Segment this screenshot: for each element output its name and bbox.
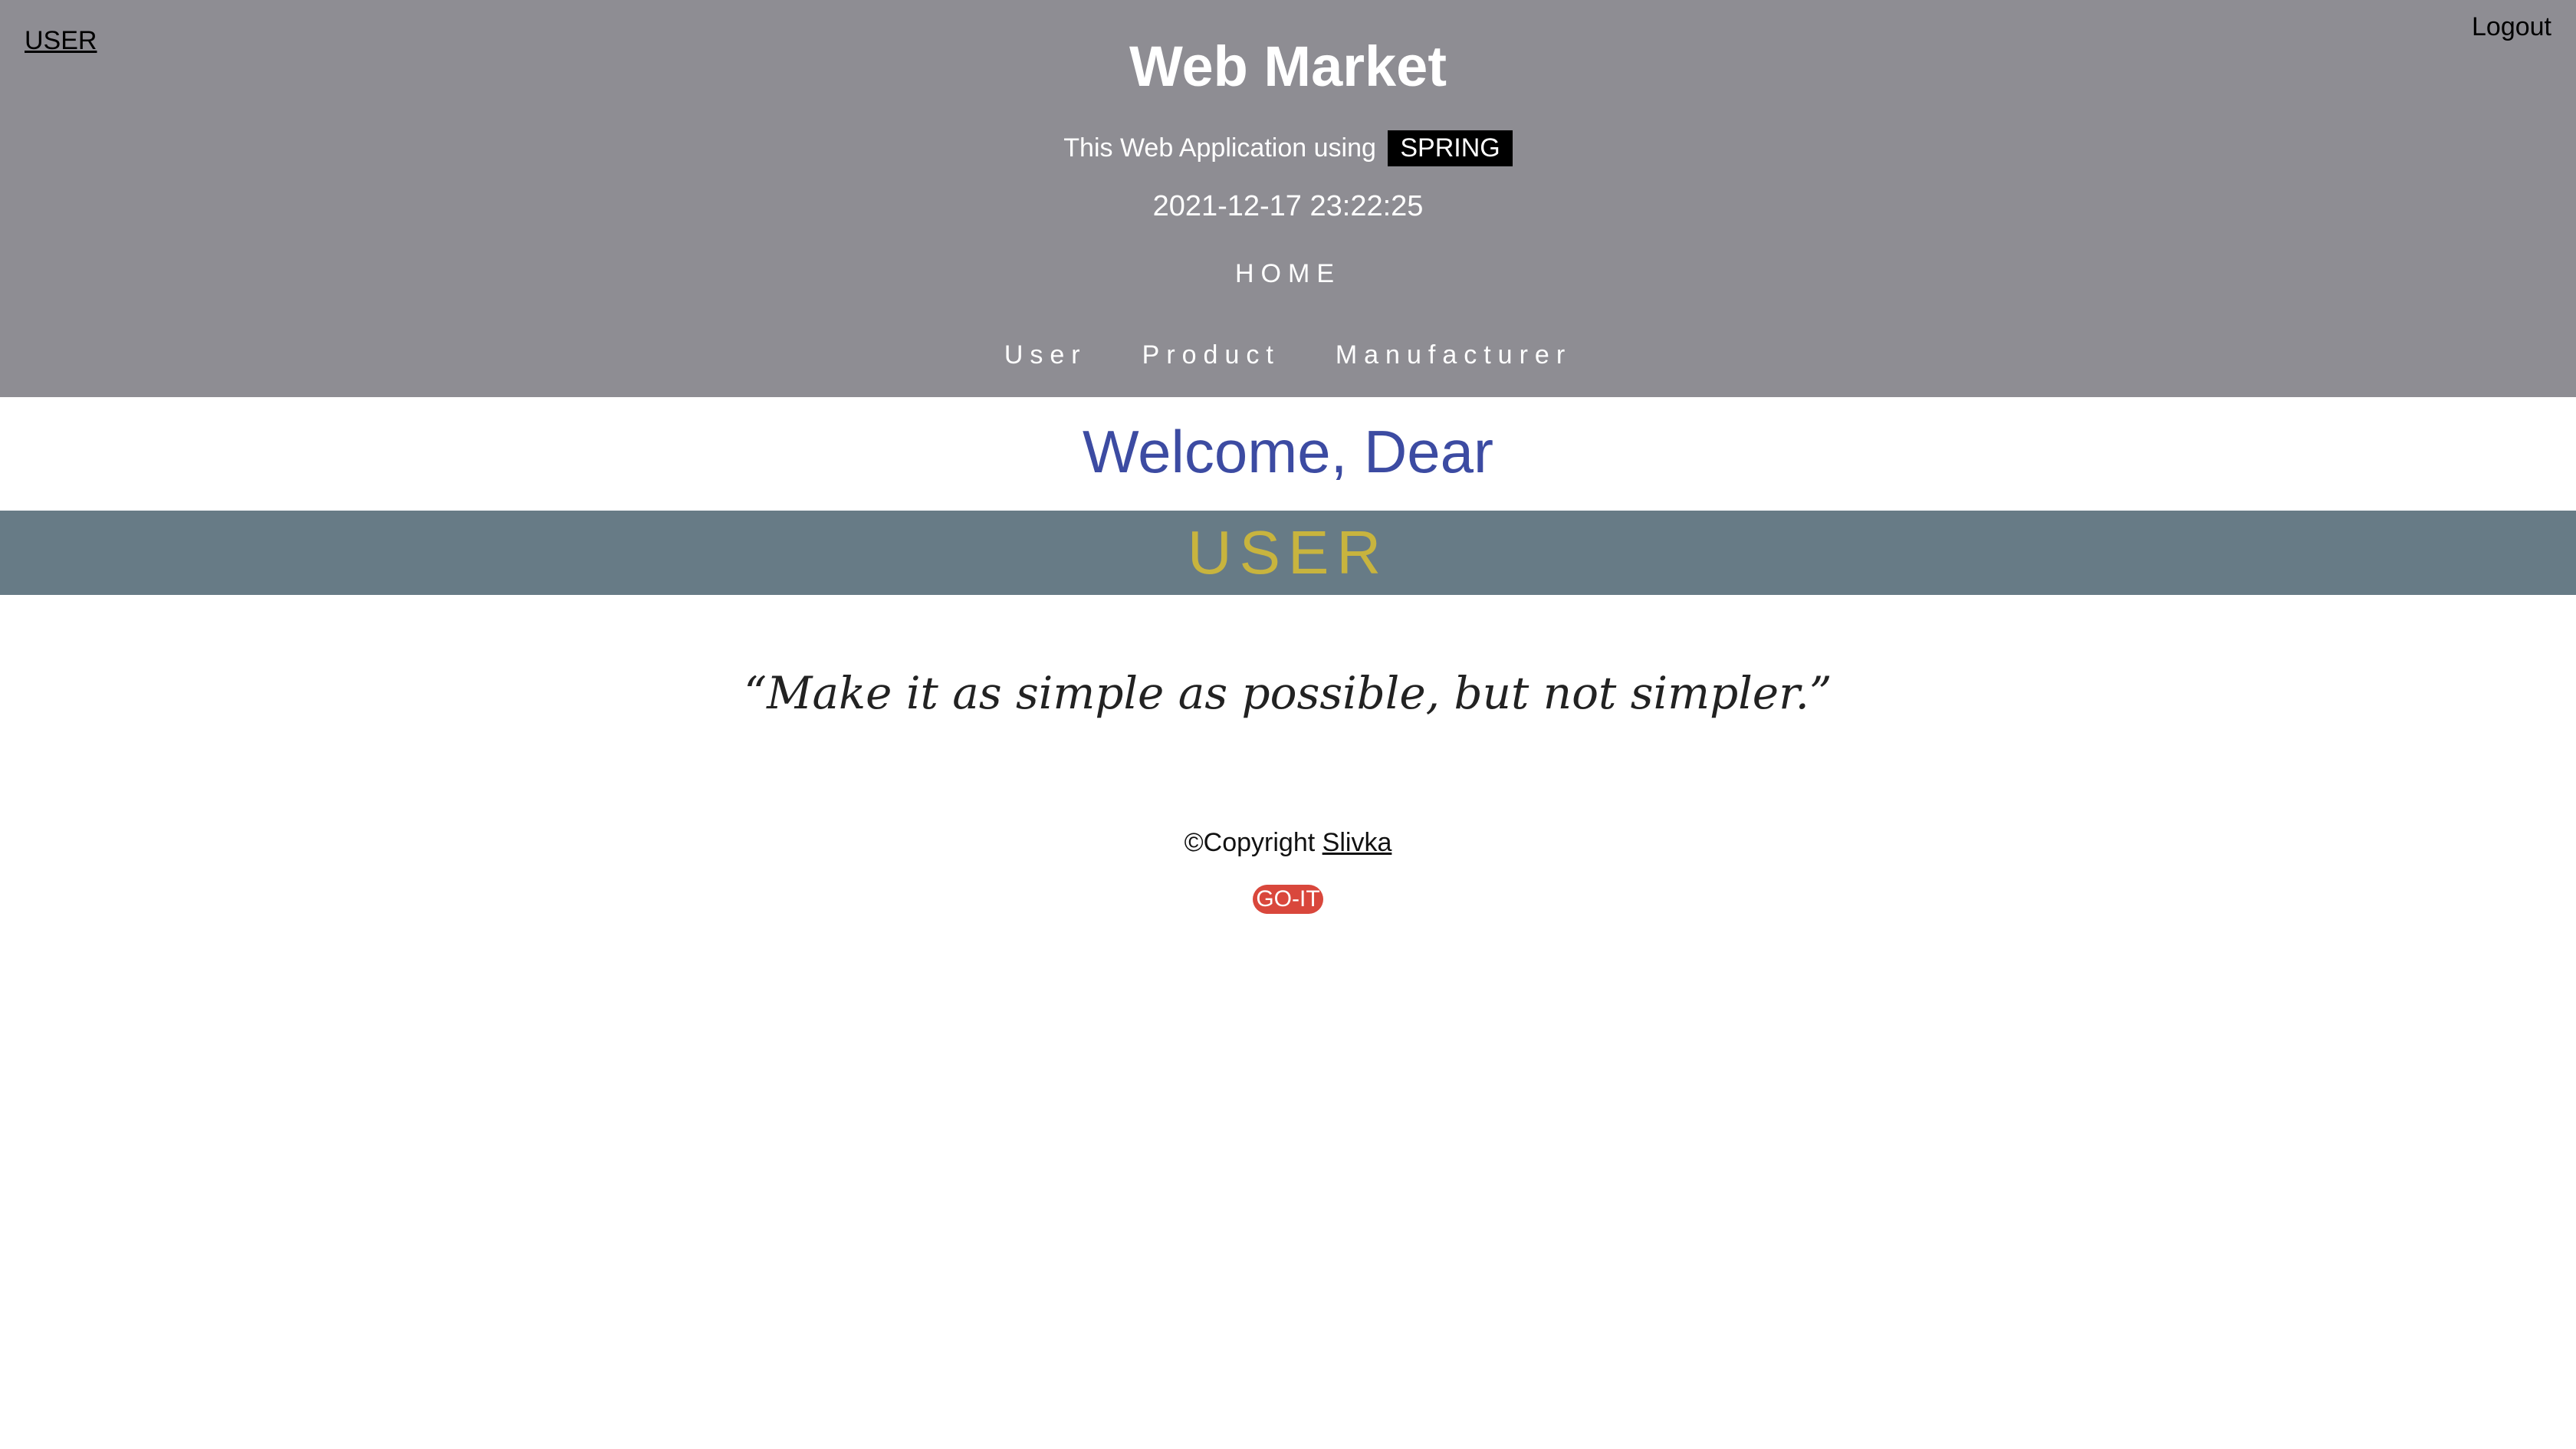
home-link[interactable]: HOME	[1235, 259, 1341, 288]
welcome-heading: Welcome, Dear	[1082, 418, 1494, 485]
user-section-banner: USER	[0, 511, 2576, 595]
goit-row: GO-IT	[0, 885, 2576, 914]
nav-item-manufacturer[interactable]: Manufacturer	[1336, 340, 1572, 370]
site-header: USER Logout Web Market This Web Applicat…	[0, 0, 2576, 397]
current-datetime: 2021-12-17 23:22:25	[1152, 190, 1424, 222]
tagline-text: This Web Application using	[1063, 133, 1376, 163]
site-title: Web Market	[1129, 34, 1447, 98]
nav-item-product[interactable]: Product	[1142, 340, 1280, 370]
main-nav: User Product Manufacturer	[0, 340, 2576, 370]
tagline: This Web Application using SPRING	[0, 130, 2576, 166]
author-link[interactable]: Slivka	[1322, 828, 1392, 857]
spring-badge: SPRING	[1388, 130, 1513, 166]
quote: “Make it as simple as possible, but not …	[744, 667, 1832, 719]
copyright: ©Copyright Slivka	[0, 828, 2576, 858]
home-link-row: HOME	[0, 259, 2576, 289]
page: USER Logout Web Market This Web Applicat…	[0, 0, 2576, 1449]
copyright-text: ©Copyright	[1184, 828, 1316, 857]
goit-badge[interactable]: GO-IT	[1253, 885, 1323, 914]
nav-item-user[interactable]: User	[1004, 340, 1087, 370]
